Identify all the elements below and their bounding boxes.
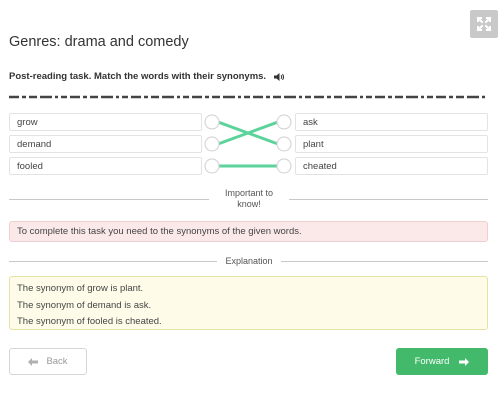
left-word-fooled[interactable]: fooled [9,157,202,175]
divider-left-explanation [9,261,217,262]
left-word-grow[interactable]: grow [9,113,202,131]
left-dot-fooled [204,158,220,174]
page-title: Genres: drama and comedy [9,34,189,50]
important-text: To complete this task you need to the sy… [17,226,302,237]
expand-arrows-icon [476,16,492,32]
back-button[interactable]: Back [9,348,87,375]
divider-right [289,199,488,200]
right-dot-ask [276,114,292,130]
forward-button[interactable]: Forward [396,348,488,375]
right-dot-cheated [276,158,292,174]
task-instruction-text: Post-reading task. Match the words with … [9,71,267,82]
arrow-left-icon [28,357,39,366]
divider-left [9,199,209,200]
left-dot-grow [204,114,220,130]
right-word-plant[interactable]: plant [295,135,488,153]
right-word-cheated[interactable]: cheated [295,157,488,175]
task-instruction: Post-reading task. Match the words with … [9,71,285,82]
connector-grow-plant [216,120,280,146]
right-dot-plant [276,136,292,152]
arrow-right-icon [459,357,470,366]
explanation-line: The synonym of fooled is cheated. [17,316,162,327]
explanation-label: Explanation [220,256,278,267]
left-word-demand[interactable]: demand [9,135,202,153]
expand-button[interactable] [470,10,498,38]
right-word-ask[interactable]: ask [295,113,488,131]
divider-right-explanation [281,261,488,262]
explanation-line: The synonym of demand is ask. [17,299,152,311]
important-label: Important to know! [215,188,283,210]
back-label: Back [46,356,68,367]
speaker-icon[interactable] [273,72,285,82]
connector-demand-ask [216,120,280,146]
forward-label: Forward [414,356,450,367]
important-info-box: To complete this task you need to the sy… [9,221,488,242]
left-dot-demand [204,136,220,152]
dashed-divider [9,95,487,99]
explanation-box: The synonym of grow is plant. The synony… [9,276,488,330]
explanation-line: The synonym of grow is plant. [17,283,144,294]
